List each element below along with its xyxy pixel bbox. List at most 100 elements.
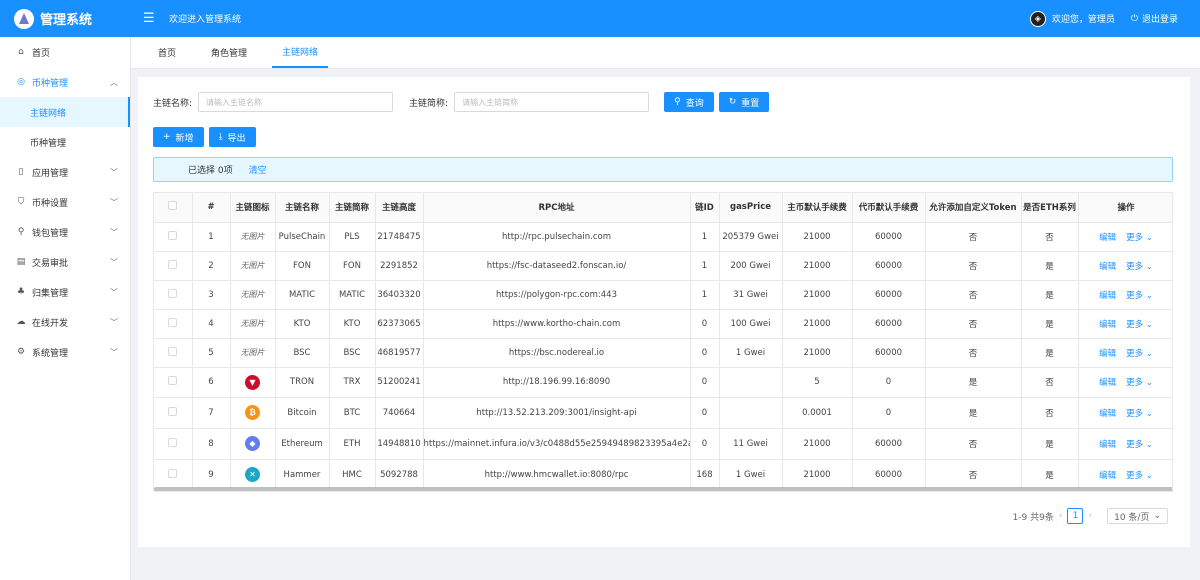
sidebar-item-online-development[interactable]: ☁ 在线开发 ﹀ [0, 307, 130, 337]
sidebar-item-wallet-management[interactable]: ⚲ 钱包管理 ﹀ [0, 217, 130, 247]
sidebar-item-home[interactable]: ⌂ 首页 [0, 37, 130, 67]
row-select-cell[interactable] [154, 280, 193, 310]
edit-link[interactable]: 编辑 [1099, 262, 1116, 272]
query-label: 查询 [685, 98, 704, 109]
avatar[interactable]: ◈ [1029, 10, 1046, 27]
next-page-icon[interactable]: › [1088, 511, 1092, 521]
logout-button[interactable]: ⏻ 退出登录 [1131, 12, 1178, 26]
sidebar-item-currency-management[interactable]: ◎ 币种管理 ︿ [0, 67, 130, 97]
row-height: 2291852 [375, 251, 424, 281]
row-token-fee: 0 [852, 397, 926, 429]
chain-abbr-input[interactable]: 请输入主链简称 [454, 92, 650, 112]
add-button[interactable]: + 新增 [153, 127, 204, 147]
table-row: 7 ₿ Bitcoin BTC 740664 http://13.52.213.209:3… [154, 397, 1172, 429]
row-name: Hammer [275, 459, 330, 491]
more-dropdown[interactable]: 更多 ⌄ [1126, 378, 1153, 388]
row-icon-cell: ◆ [230, 428, 276, 460]
row-is-eth: 是 [1021, 338, 1079, 368]
row-chain-id: 0 [690, 397, 720, 429]
sidebar-item-app-management[interactable]: ▯ 应用管理 ﹀ [0, 157, 130, 187]
select-all-cell[interactable] [154, 193, 193, 223]
more-dropdown[interactable]: 更多 ⌄ [1126, 262, 1153, 272]
tab-main-network[interactable]: 主链网络 [272, 36, 329, 68]
more-dropdown[interactable]: 更多 ⌄ [1126, 440, 1153, 450]
edit-link[interactable]: 编辑 [1099, 349, 1116, 359]
more-dropdown[interactable]: 更多 ⌄ [1126, 291, 1153, 301]
row-checkbox[interactable] [168, 346, 178, 356]
more-label: 更多 [1126, 378, 1144, 388]
row-icon-cell: 无图片 [230, 222, 276, 252]
page-tabs: 首页 角色管理 主链网络 [131, 37, 1200, 69]
toolbar: + 新增 ⤓ 导出 [153, 127, 256, 147]
row-icon-cell: 无图片 [230, 338, 276, 368]
more-dropdown[interactable]: 更多 ⌄ [1126, 471, 1153, 481]
brand-logo[interactable]: 管理系统 [0, 0, 131, 37]
row-checkbox[interactable] [168, 376, 178, 385]
user-greeting[interactable]: 欢迎您，管理员 [1052, 12, 1115, 25]
edit-link[interactable]: 编辑 [1099, 471, 1116, 481]
row-main-fee: 21000 [782, 309, 853, 339]
edit-link[interactable]: 编辑 [1099, 320, 1116, 330]
row-checkbox[interactable] [168, 406, 178, 416]
col-custom-token: 允许添加自定义Token [925, 193, 1022, 223]
select-all-checkbox[interactable] [168, 201, 178, 211]
row-checkbox[interactable] [168, 317, 178, 327]
page-number[interactable]: 1 [1067, 508, 1084, 524]
sidebar-item-collection-management[interactable]: ♣ 归集管理 ﹀ [0, 277, 130, 307]
row-checkbox[interactable] [168, 468, 178, 478]
row-select-cell[interactable] [154, 251, 193, 281]
row-height: 62373065 [375, 309, 424, 339]
page-size-select[interactable]: 10 条/页 ⌄ [1107, 508, 1168, 524]
more-dropdown[interactable]: 更多 ⌄ [1126, 409, 1153, 419]
chevron-down-icon: ⌄ [1145, 261, 1153, 272]
row-select-cell[interactable] [154, 459, 193, 491]
chevron-down-icon: ﹀ [110, 257, 118, 267]
sidebar-item-currency-settings[interactable]: ⛉ 币种设置 ﹀ [0, 187, 130, 217]
row-checkbox[interactable] [168, 259, 178, 269]
col-main-fee: 主币默认手续费 [782, 193, 853, 223]
row-height: 36403320 [375, 280, 424, 310]
row-select-cell[interactable] [154, 397, 193, 429]
query-button[interactable]: ⚲ 查询 [664, 92, 714, 112]
more-dropdown[interactable]: 更多 ⌄ [1126, 320, 1153, 330]
menu-toggle-icon[interactable]: ☰ [143, 11, 157, 26]
sidebar-item-label: 币种管理 [32, 78, 69, 89]
row-height: 740664 [375, 397, 424, 429]
edit-link[interactable]: 编辑 [1099, 378, 1116, 388]
edit-link[interactable]: 编辑 [1099, 233, 1116, 243]
row-select-cell[interactable] [154, 309, 193, 339]
row-select-cell[interactable] [154, 428, 193, 460]
row-select-cell[interactable] [154, 367, 193, 398]
reset-button[interactable]: ↻ 重置 [718, 92, 770, 112]
horizontal-scrollbar[interactable] [154, 487, 1172, 491]
sidebar-item-system-management[interactable]: ⚙ 系统管理 ﹀ [0, 337, 130, 367]
sidebar-item-transaction-approval[interactable]: ▤ 交易审批 ﹀ [0, 247, 130, 277]
clear-selection-link[interactable]: 清空 [249, 163, 267, 176]
row-checkbox[interactable] [168, 230, 178, 240]
prev-page-icon[interactable]: ‹ [1059, 511, 1063, 521]
edit-link[interactable]: 编辑 [1099, 409, 1116, 419]
edit-link[interactable]: 编辑 [1099, 440, 1116, 450]
row-checkbox[interactable] [168, 288, 178, 298]
tab-home[interactable]: 首页 [148, 36, 186, 68]
chain-name-input[interactable]: 请输入主链名称 [198, 92, 394, 112]
more-dropdown[interactable]: 更多 ⌄ [1126, 233, 1153, 243]
sidebar-subitem-currency-management[interactable]: 币种管理 [0, 127, 130, 157]
row-select-cell[interactable] [154, 222, 193, 252]
row-is-eth: 否 [1021, 367, 1079, 398]
more-dropdown[interactable]: 更多 ⌄ [1126, 349, 1153, 359]
col-icon: 主链图标 [230, 193, 276, 223]
row-select-cell[interactable] [154, 338, 193, 368]
row-gas-price: 100 Gwei [719, 309, 783, 339]
export-button[interactable]: ⤓ 导出 [208, 127, 256, 147]
row-checkbox[interactable] [168, 437, 178, 447]
row-is-eth: 否 [1021, 222, 1079, 252]
no-image-text: 无图片 [240, 348, 265, 357]
row-name: MATIC [275, 280, 330, 310]
more-label: 更多 [1126, 470, 1144, 481]
chevron-down-icon: ⌄ [1145, 319, 1153, 330]
sidebar-subitem-main-network[interactable]: 主链网络 [0, 97, 130, 127]
edit-link[interactable]: 编辑 [1099, 291, 1116, 301]
sidebar-item-label: 交易审批 [32, 258, 69, 269]
tab-role-management[interactable]: 角色管理 [201, 36, 257, 68]
